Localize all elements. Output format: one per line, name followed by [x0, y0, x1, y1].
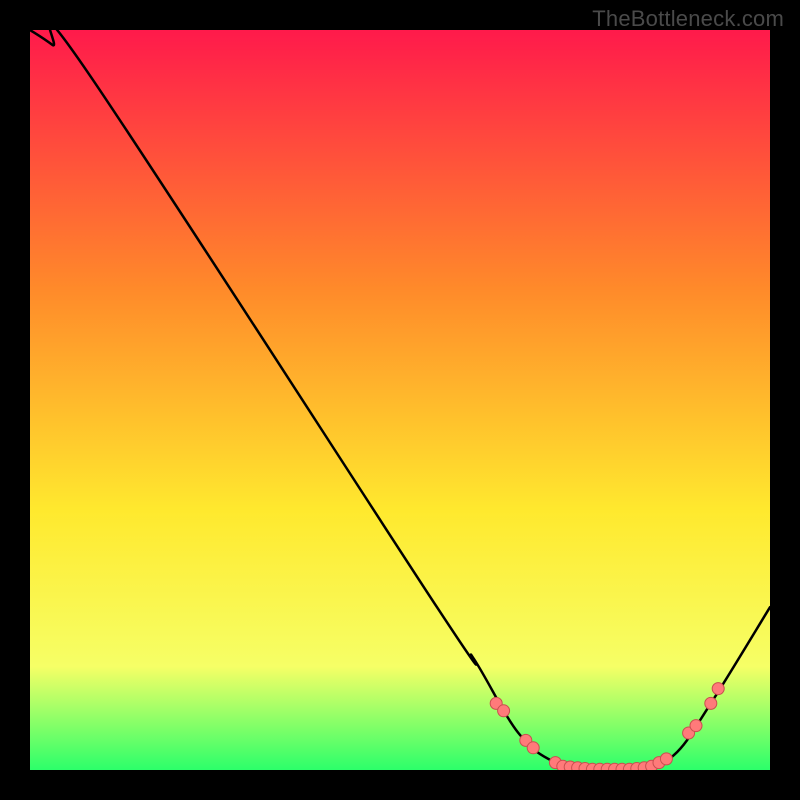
chart-frame: TheBottleneck.com	[0, 0, 800, 800]
chart-svg	[30, 30, 770, 770]
data-dot	[705, 697, 717, 709]
data-dot	[660, 753, 672, 765]
chart-background	[30, 30, 770, 770]
data-dot	[712, 683, 724, 695]
data-dot	[498, 705, 510, 717]
data-dot	[690, 720, 702, 732]
plot-area	[30, 30, 770, 770]
data-dot	[527, 742, 539, 754]
watermark-text: TheBottleneck.com	[592, 6, 784, 32]
